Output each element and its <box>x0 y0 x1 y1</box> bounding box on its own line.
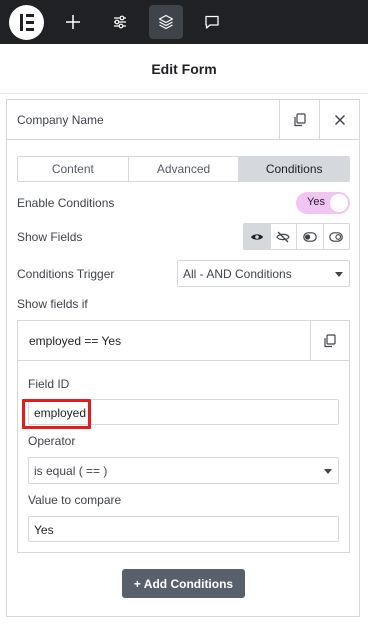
chat-icon <box>205 15 219 29</box>
close-button[interactable] <box>319 100 359 140</box>
tab-content[interactable]: Content <box>18 157 129 181</box>
widget-title: Company Name <box>17 113 104 127</box>
notes-button[interactable] <box>195 5 229 39</box>
eye-icon <box>250 233 263 240</box>
conditions-trigger-select[interactable]: All - AND Conditions <box>177 260 350 287</box>
widget-header[interactable]: Company Name <box>7 100 359 140</box>
value-to-compare-input[interactable]: Yes <box>28 516 339 542</box>
tab-bar: Content Advanced Conditions <box>17 156 350 182</box>
eye-slash-icon <box>276 231 290 242</box>
highlight-box <box>22 399 91 429</box>
operator-label: Operator <box>28 434 76 448</box>
enable-conditions-label: Enable Conditions <box>17 196 115 210</box>
plus-icon <box>66 15 80 29</box>
show-option[interactable] <box>244 224 271 249</box>
enable-conditions-toggle[interactable]: Yes <box>296 192 350 214</box>
disable-option[interactable] <box>324 224 350 249</box>
show-fields-if-label: Show fields if <box>17 297 88 311</box>
condition-repeater-item: employed == Yes Field ID employed Operat… <box>17 320 350 553</box>
page-title: Edit Form <box>151 60 217 77</box>
add-element-button[interactable] <box>56 5 90 39</box>
layers-icon <box>158 14 174 30</box>
add-conditions-button[interactable]: + Add Conditions <box>122 569 245 598</box>
copy-icon <box>324 334 336 348</box>
structure-button[interactable] <box>149 5 183 39</box>
sliders-icon <box>114 15 126 29</box>
operator-select[interactable]: is equal ( == ) <box>28 457 339 484</box>
copy-icon <box>293 113 306 127</box>
toggle-value: Yes <box>307 196 325 208</box>
value-to-compare-label: Value to compare <box>28 493 122 507</box>
value-to-compare-value: Yes <box>34 523 54 537</box>
toggle-knob <box>330 194 348 212</box>
hide-option[interactable] <box>271 224 297 249</box>
conditions-trigger-label: Conditions Trigger <box>17 267 115 281</box>
add-conditions-label: + Add Conditions <box>133 576 234 591</box>
duplicate-condition-button[interactable] <box>310 321 349 361</box>
show-fields-choice <box>243 223 350 250</box>
operator-value: is equal ( == ) <box>34 464 108 478</box>
toggle-on-icon <box>302 231 317 242</box>
condition-item-title: employed == Yes <box>29 334 122 348</box>
toggle-off-icon <box>329 231 344 242</box>
top-toolbar <box>0 0 368 44</box>
elementor-logo-icon[interactable] <box>9 5 44 40</box>
field-id-label: Field ID <box>28 377 70 391</box>
condition-item-header[interactable]: employed == Yes <box>18 321 349 361</box>
widget-panel: Company Name Content Advanced Conditions… <box>6 99 360 617</box>
tab-conditions[interactable]: Conditions <box>239 157 349 181</box>
enable-option[interactable] <box>297 224 324 249</box>
duplicate-button[interactable] <box>279 100 319 140</box>
conditions-trigger-value: All - AND Conditions <box>183 267 292 281</box>
show-fields-label: Show Fields <box>17 230 83 244</box>
site-settings-button[interactable] <box>103 5 137 39</box>
tab-advanced[interactable]: Advanced <box>129 157 240 181</box>
chevron-down-icon <box>324 469 332 474</box>
panel-header: Edit Form <box>0 44 368 94</box>
close-icon <box>334 114 345 126</box>
chevron-down-icon <box>335 272 343 277</box>
